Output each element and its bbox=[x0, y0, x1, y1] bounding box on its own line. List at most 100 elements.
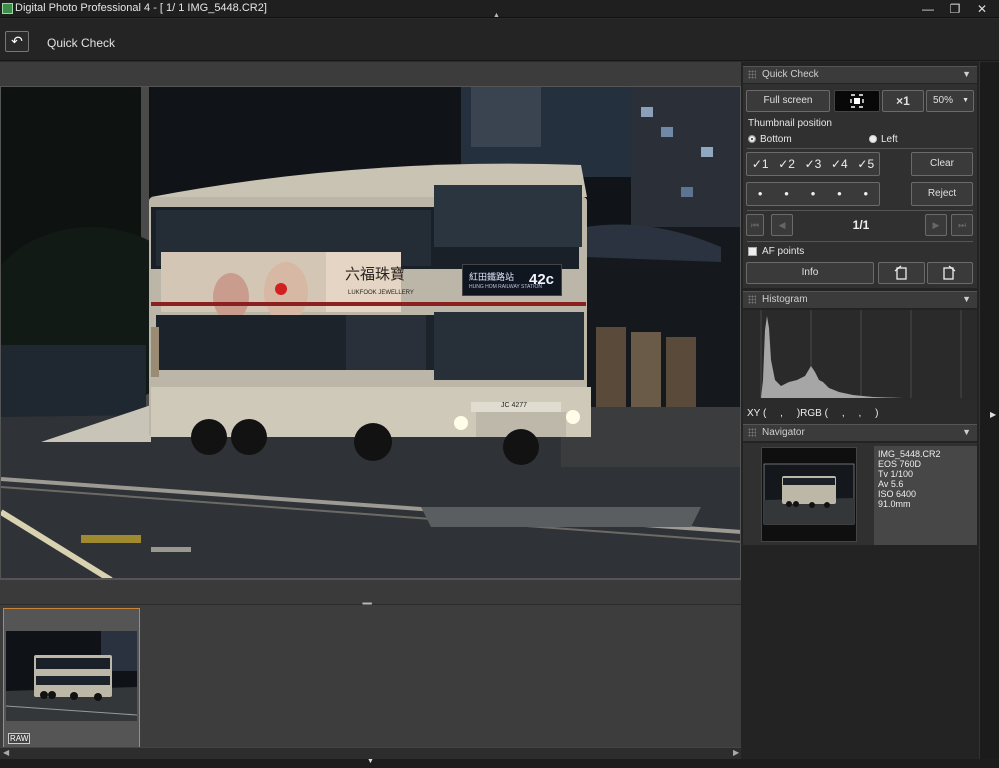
image-info: IMG_5448.CR2 EOS 760D Tv 1/100 Av 5.6 IS… bbox=[874, 446, 977, 545]
first-icon: ⏮ bbox=[750, 220, 760, 230]
quick-check-header[interactable]: Quick Check ▼ bbox=[743, 66, 977, 83]
route-number: 42c bbox=[529, 271, 555, 288]
fit-screen-icon bbox=[850, 94, 864, 108]
close-button[interactable]: ✕ bbox=[972, 2, 992, 16]
status-bar: ▼ bbox=[0, 758, 999, 768]
quick-check-title: Quick Check bbox=[762, 69, 819, 80]
zoom-value: 50% bbox=[933, 95, 954, 106]
left-radio[interactable]: Left bbox=[869, 134, 898, 145]
rating-button-5[interactable]: ✓5 bbox=[857, 153, 874, 175]
navigator-title: Navigator bbox=[762, 427, 805, 438]
info-button[interactable]: Info bbox=[746, 262, 874, 284]
next-image-button[interactable]: ▶ bbox=[925, 214, 947, 236]
star-rating-2[interactable]: • bbox=[784, 183, 789, 205]
rotate-right-button[interactable] bbox=[927, 262, 973, 284]
clear-button[interactable]: Clear bbox=[911, 152, 973, 176]
dropdown-arrow-icon: ▼ bbox=[962, 97, 969, 104]
thumbnail-image bbox=[6, 631, 137, 721]
image-preview[interactable]: 紅田鐵路站 HUNG HOM RAILWAY STATION 42c 六福珠寶 … bbox=[0, 86, 741, 579]
divider bbox=[747, 210, 973, 211]
last-icon: ⏭ bbox=[957, 220, 967, 230]
raw-badge: RAW bbox=[8, 733, 31, 744]
rotate-left-icon bbox=[894, 265, 907, 280]
histogram-graph bbox=[743, 310, 977, 400]
vertical-scrollbar[interactable]: ▶ bbox=[979, 62, 999, 759]
rotate-right-icon bbox=[943, 265, 956, 280]
divider bbox=[747, 241, 973, 242]
info-iso: ISO 6400 bbox=[878, 489, 917, 499]
star-rating-4[interactable]: • bbox=[837, 183, 842, 205]
first-image-button[interactable]: ⏮ bbox=[746, 214, 764, 236]
navigator-thumbnail[interactable] bbox=[761, 447, 857, 542]
full-screen-button[interactable]: Full screen bbox=[746, 90, 830, 112]
star-rating-3[interactable]: • bbox=[811, 183, 816, 205]
toolbar-title: Quick Check bbox=[47, 36, 116, 50]
af-points-checkbox[interactable] bbox=[748, 247, 757, 256]
collapse-icon[interactable]: ▼ bbox=[962, 69, 971, 79]
grip-icon bbox=[748, 428, 756, 437]
thumbnail-strip: RAW bbox=[0, 605, 741, 748]
expand-down-icon[interactable]: ▼ bbox=[367, 758, 374, 765]
rating-button-4[interactable]: ✓4 bbox=[831, 153, 848, 175]
preview-header-strip bbox=[0, 62, 741, 86]
grip-icon bbox=[748, 70, 756, 79]
info-filename: IMG_5448.CR2 bbox=[878, 449, 941, 459]
star-buttons: • • • • • bbox=[746, 182, 880, 206]
radio-unselected-icon bbox=[869, 135, 877, 143]
histogram-readout: XY ( , )RGB ( , , ) bbox=[747, 408, 879, 419]
scroll-left-icon[interactable]: ◀ bbox=[3, 748, 9, 757]
ad-subtext: LUKFOOK JEWELLERY bbox=[348, 290, 414, 296]
last-image-button[interactable]: ⏭ bbox=[951, 214, 973, 236]
rating-button-1[interactable]: ✓1 bbox=[752, 153, 769, 175]
rating-button-3[interactable]: ✓3 bbox=[805, 153, 822, 175]
star-rating-5[interactable]: • bbox=[863, 183, 868, 205]
navigator-image bbox=[762, 448, 856, 541]
page-indicator: 1/1 bbox=[852, 218, 870, 232]
rating-button-2[interactable]: ✓2 bbox=[778, 153, 795, 175]
collapse-icon[interactable]: ▼ bbox=[962, 427, 971, 437]
fit-screen-button[interactable] bbox=[834, 90, 880, 112]
restore-button[interactable]: ❐ bbox=[945, 2, 965, 16]
license-plate: JC 4277 bbox=[501, 402, 528, 409]
af-points-label: AF points bbox=[762, 246, 805, 257]
info-aperture: Av 5.6 bbox=[878, 479, 904, 489]
left-radio-label: Left bbox=[881, 134, 898, 145]
navigator-panel: IMG_5448.CR2 EOS 760D Tv 1/100 Av 5.6 IS… bbox=[743, 443, 977, 545]
reject-button[interactable]: Reject bbox=[911, 182, 973, 206]
bottom-radio-label: Bottom bbox=[760, 134, 792, 145]
collapse-icon[interactable]: ▼ bbox=[962, 294, 971, 304]
zoom-x1-button[interactable]: ×1 bbox=[882, 90, 924, 112]
rating-buttons: ✓1 ✓2 ✓3 ✓4 ✓5 bbox=[746, 152, 880, 176]
grip-icon bbox=[748, 295, 756, 304]
collapse-arrow-icon[interactable]: ▲ bbox=[493, 12, 500, 19]
window-title: Digital Photo Professional 4 - [ 1/ 1 IM… bbox=[15, 2, 267, 14]
histogram-header[interactable]: Histogram ▼ bbox=[743, 291, 977, 308]
info-focal-length: 91.0mm bbox=[878, 499, 911, 509]
scroll-right-icon[interactable]: ▶ bbox=[733, 748, 739, 757]
histogram-panel: XY ( , )RGB ( , , ) bbox=[743, 310, 977, 432]
back-icon: ↶ bbox=[11, 33, 23, 49]
route-destination: 紅田鐵路站 bbox=[469, 272, 515, 282]
quick-check-body: Full screen ×1 50% ▼ Thumbnail position … bbox=[743, 84, 977, 288]
star-rating-1[interactable]: • bbox=[758, 183, 763, 205]
bottom-radio[interactable]: Bottom bbox=[748, 134, 792, 145]
right-panel: Quick Check ▼ Full screen ×1 50% ▼ Thumb… bbox=[741, 62, 979, 759]
preview-splitter[interactable]: ▪▪▪▪▪ bbox=[0, 579, 741, 608]
info-camera: EOS 760D bbox=[878, 459, 922, 469]
back-button[interactable]: ↶ bbox=[5, 31, 29, 52]
navigator-header[interactable]: Navigator ▼ bbox=[743, 424, 977, 441]
minimize-button[interactable]: — bbox=[918, 2, 938, 16]
app-icon bbox=[2, 3, 13, 14]
rotate-left-button[interactable] bbox=[878, 262, 925, 284]
radio-selected-icon bbox=[748, 135, 756, 143]
title-bar: Digital Photo Professional 4 - [ 1/ 1 IM… bbox=[0, 0, 999, 19]
previous-image-button[interactable]: ◀ bbox=[771, 214, 793, 236]
thumbnail-item[interactable]: RAW bbox=[3, 608, 140, 748]
histogram-title: Histogram bbox=[762, 294, 808, 305]
thumbnail-position-label: Thumbnail position bbox=[748, 118, 832, 129]
info-shutter: Tv 1/100 bbox=[878, 469, 914, 479]
ad-text: 六福珠寶 bbox=[345, 265, 406, 283]
zoom-select[interactable]: 50% ▼ bbox=[926, 90, 974, 112]
previous-icon: ◀ bbox=[778, 220, 786, 230]
panel-expand-arrow-icon[interactable]: ▶ bbox=[990, 410, 996, 419]
